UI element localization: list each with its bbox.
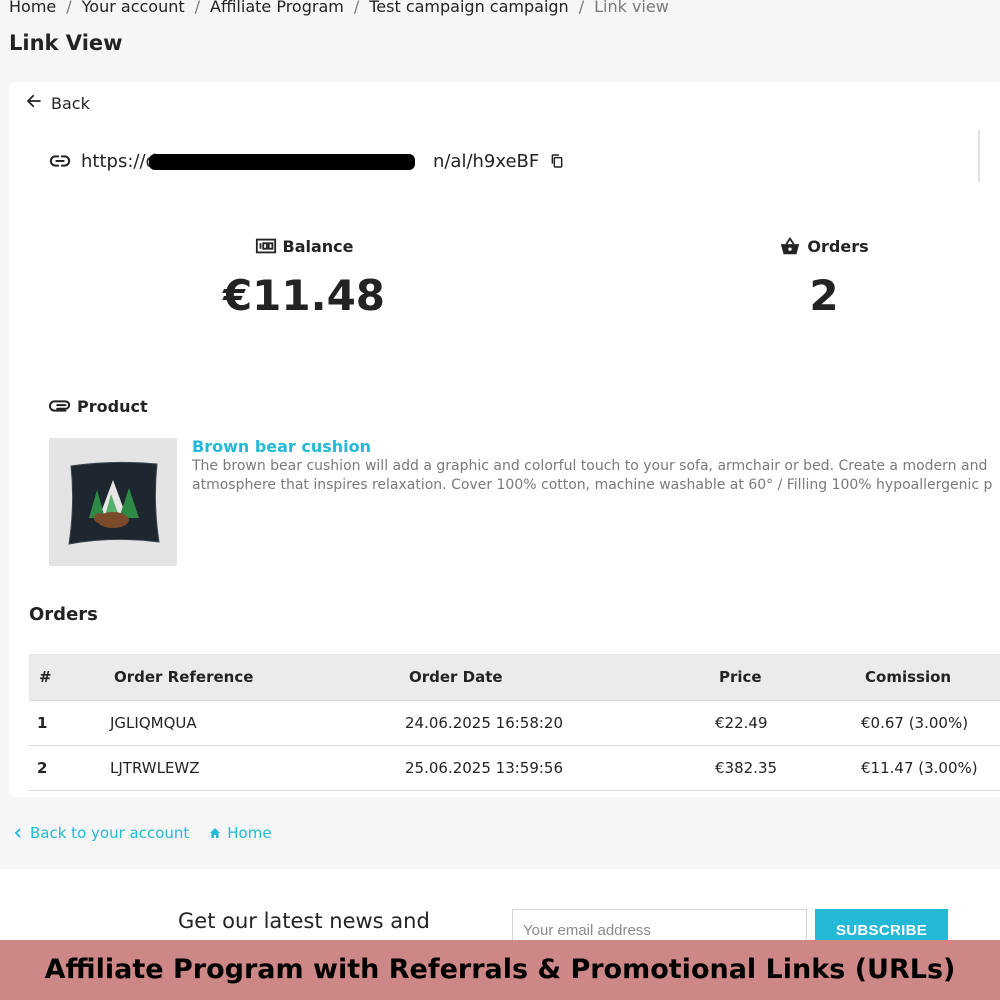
breadcrumb-home[interactable]: Home: [9, 0, 56, 16]
balance-value: €11.48: [222, 271, 386, 320]
home-icon: [209, 827, 221, 839]
product-name-link[interactable]: Brown bear cushion: [192, 437, 371, 456]
order-price: €382.35: [715, 745, 861, 791]
product-description: The brown bear cushion will add a graphi…: [192, 457, 1000, 495]
balance-stat: Balance €11.48: [204, 235, 404, 321]
page: Home / Your account / Affiliate Program …: [0, 0, 1000, 1000]
product-description-line: The brown bear cushion will add a graphi…: [192, 458, 988, 474]
breadcrumb-separator: /: [194, 0, 201, 16]
link-icon: [49, 150, 71, 172]
back-to-account-link[interactable]: Back to your account: [12, 824, 189, 842]
breadcrumb-separator: /: [66, 0, 72, 16]
promo-banner: Affiliate Program with Referrals & Promo…: [0, 940, 1000, 1000]
product-section-header: Product: [49, 395, 148, 417]
orders-table-header: # Order Reference Order Date Price Comis…: [29, 654, 1000, 700]
orders-label: Orders: [807, 236, 869, 256]
breadcrumb-separator: /: [353, 0, 360, 16]
breadcrumb-separator: /: [578, 0, 585, 16]
balance-label: Balance: [282, 236, 354, 256]
column-header-commission: Comission: [865, 667, 952, 686]
newsletter-title: Get our latest news and: [178, 909, 430, 933]
back-button[interactable]: Back: [25, 92, 90, 114]
order-date: 24.06.2025 16:58:20: [396, 699, 715, 746]
link-url-suffix: n/al/h9xeBF: [432, 150, 540, 172]
arrow-left-icon: [25, 92, 43, 114]
table-row: 2 LJTRWLEWZ 25.06.2025 13:59:56 €382.35 …: [29, 745, 1000, 791]
money-icon: [255, 235, 277, 257]
product-image[interactable]: [49, 438, 177, 566]
column-header-order-date: Order Date: [409, 667, 503, 686]
link-url-prefix: https://d: [81, 150, 157, 172]
orders-table: # Order Reference Order Date Price Comis…: [29, 654, 1000, 791]
footer-links: Back to your account Home: [12, 824, 272, 842]
home-label: Home: [227, 824, 272, 842]
orders-stat: Orders 2: [724, 235, 924, 320]
orders-value: 2: [809, 271, 839, 320]
column-header-index: #: [39, 667, 52, 686]
product-section-label: Product: [77, 396, 148, 416]
order-index: 1: [29, 699, 101, 746]
breadcrumb-affiliate-program[interactable]: Affiliate Program: [210, 0, 344, 16]
home-link[interactable]: Home: [209, 824, 272, 842]
paperclip-icon: [49, 395, 71, 417]
column-header-price: Price: [719, 667, 762, 686]
breadcrumb-current: Link view: [594, 0, 669, 16]
copy-icon[interactable]: [549, 153, 565, 169]
affiliate-link-url[interactable]: https://d n/al/h9xeBF: [81, 151, 539, 172]
table-row: 1 JGLIQMQUA 24.06.2025 16:58:20 €22.49 €…: [29, 699, 1000, 746]
column-header-order-reference: Order Reference: [114, 667, 254, 686]
balance-header: Balance: [204, 235, 404, 257]
page-title: Link View: [9, 31, 123, 55]
breadcrumb-your-account[interactable]: Your account: [82, 0, 185, 16]
orders-section-title: Orders: [29, 604, 98, 625]
orders-header: Orders: [724, 235, 924, 257]
affiliate-link-row: https://d n/al/h9xeBF: [49, 150, 565, 172]
breadcrumb: Home / Your account / Affiliate Program …: [9, 0, 669, 16]
product-description-line: atmosphere that inspires relaxation. Cov…: [192, 477, 993, 493]
order-reference: JGLIQMQUA: [101, 699, 396, 746]
order-price: €22.49: [715, 699, 861, 746]
divider: [978, 130, 980, 182]
order-commission: €11.47 (3.00%): [861, 745, 1000, 791]
basket-icon: [779, 235, 801, 257]
order-index: 2: [29, 745, 101, 791]
breadcrumb-campaign[interactable]: Test campaign campaign: [369, 0, 568, 16]
link-view-card: Back https://d n/al/h9xeBF Balance €11.4…: [9, 82, 1000, 797]
back-label: Back: [51, 93, 90, 113]
order-commission: €0.67 (3.00%): [861, 699, 1000, 746]
order-date: 25.06.2025 13:59:56: [396, 745, 715, 791]
chevron-left-icon: [12, 827, 24, 839]
redaction-mark: [149, 153, 415, 170]
back-to-account-label: Back to your account: [30, 824, 190, 842]
order-reference: LJTRWLEWZ: [101, 745, 396, 791]
